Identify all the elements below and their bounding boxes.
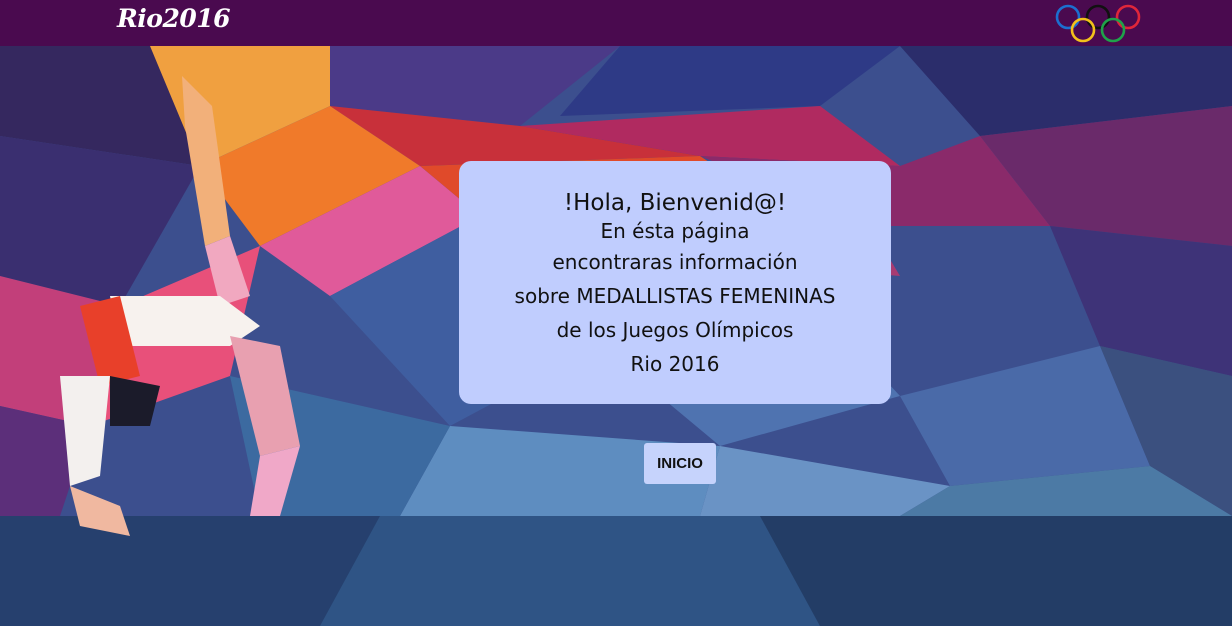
welcome-title: !Hola, Bienvenid@! [563, 190, 787, 216]
olympic-rings-icon [1055, 4, 1141, 43]
welcome-line: de los Juegos Olímpicos [556, 318, 794, 342]
welcome-line: Rio 2016 [630, 352, 720, 376]
inicio-button[interactable]: INICIO [644, 443, 716, 484]
rio2016-logo[interactable]: Rio2016 [117, 4, 231, 33]
welcome-card: !Hola, Bienvenid@! En ésta página encont… [459, 161, 891, 404]
top-header-bar: Rio2016 [0, 0, 1232, 47]
welcome-line: sobre MEDALLISTAS FEMENINAS [514, 284, 836, 308]
welcome-line: En ésta página [600, 219, 750, 243]
welcome-line: encontraras información [552, 250, 798, 274]
